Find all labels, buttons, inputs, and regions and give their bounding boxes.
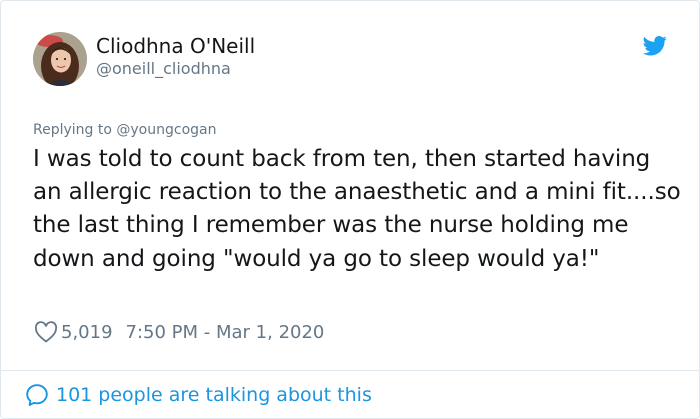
conversation-link[interactable]: 101 people are talking about this — [25, 381, 372, 409]
avatar[interactable] — [33, 32, 87, 86]
twitter-bird-icon[interactable] — [643, 35, 667, 56]
speech-bubble-icon — [25, 383, 49, 407]
divider — [1, 370, 699, 371]
conversation-label[interactable]: 101 people are talking about this — [56, 384, 372, 406]
replying-to-prefix: Replying to — [33, 122, 117, 138]
heart-icon[interactable] — [34, 321, 58, 343]
replying-to-user-link[interactable]: @youngcogan — [116, 122, 216, 138]
tweet-meta: 5,019 7:50 PM - Mar 1, 2020 — [34, 319, 324, 345]
replying-to: Replying to @youngcogan — [33, 121, 216, 139]
like-count[interactable]: 5,019 — [61, 322, 113, 343]
tweet-card: Cliodhna O'Neill @oneill_cliodhna Replyi… — [0, 0, 700, 419]
author-name[interactable]: Cliodhna O'Neill — [96, 34, 255, 58]
tweet-text: I was told to count back from ten, then … — [33, 146, 681, 272]
timestamp[interactable]: 7:50 PM - Mar 1, 2020 — [126, 322, 325, 343]
author-handle[interactable]: @oneill_cliodhna — [96, 59, 231, 79]
